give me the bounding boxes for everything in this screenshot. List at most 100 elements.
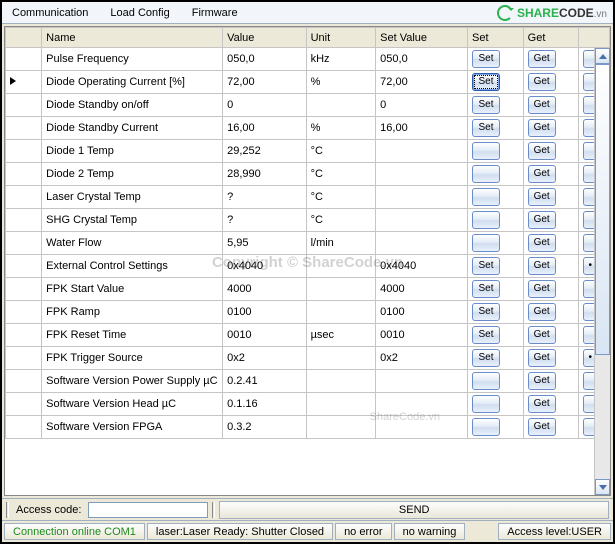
cell-value[interactable]: 0.2.41 bbox=[223, 370, 307, 393]
table-row[interactable]: Software Version FPGA0.3.2 Get bbox=[6, 416, 610, 439]
cell-setvalue[interactable] bbox=[376, 163, 468, 186]
get-button[interactable]: Get bbox=[528, 119, 556, 137]
row-header[interactable] bbox=[6, 71, 42, 94]
cell-name[interactable]: Laser Crystal Temp bbox=[42, 186, 223, 209]
row-header[interactable] bbox=[6, 255, 42, 278]
header-set[interactable]: Set bbox=[468, 28, 524, 48]
scroll-track[interactable] bbox=[595, 64, 610, 479]
set-button-empty[interactable] bbox=[472, 418, 500, 436]
set-button-empty[interactable] bbox=[472, 142, 500, 160]
cell-value[interactable]: 5,95 bbox=[223, 232, 307, 255]
cell-value[interactable]: ? bbox=[223, 209, 307, 232]
cell-setvalue[interactable]: 0010 bbox=[376, 324, 468, 347]
set-button[interactable]: Set bbox=[472, 326, 500, 344]
set-button[interactable]: Set bbox=[472, 73, 500, 91]
set-button-empty[interactable] bbox=[472, 211, 500, 229]
scroll-up-button[interactable] bbox=[595, 48, 610, 64]
cell-setvalue[interactable] bbox=[376, 140, 468, 163]
set-button[interactable]: Set bbox=[472, 280, 500, 298]
get-button[interactable]: Get bbox=[528, 349, 556, 367]
table-row[interactable]: FPK Trigger Source0x20x2SetGet• bbox=[6, 347, 610, 370]
table-row[interactable]: Diode 2 Temp28,990°C Get bbox=[6, 163, 610, 186]
row-header[interactable] bbox=[6, 94, 42, 117]
cell-name[interactable]: Software Version Head µC bbox=[42, 393, 223, 416]
row-header[interactable] bbox=[6, 140, 42, 163]
get-button[interactable]: Get bbox=[528, 96, 556, 114]
menu-communication[interactable]: Communication bbox=[8, 6, 92, 20]
row-header[interactable] bbox=[6, 278, 42, 301]
cell-value[interactable]: 28,990 bbox=[223, 163, 307, 186]
get-button[interactable]: Get bbox=[528, 142, 556, 160]
cell-value[interactable]: 4000 bbox=[223, 278, 307, 301]
header-setvalue[interactable]: Set Value bbox=[376, 28, 468, 48]
cell-value[interactable]: 0x4040 bbox=[223, 255, 307, 278]
cell-name[interactable]: Diode Standby on/off bbox=[42, 94, 223, 117]
cell-name[interactable]: Pulse Frequency bbox=[42, 48, 223, 71]
get-button[interactable]: Get bbox=[528, 50, 556, 68]
cell-value[interactable]: 0010 bbox=[223, 324, 307, 347]
set-button[interactable]: Set bbox=[472, 303, 500, 321]
row-header[interactable] bbox=[6, 117, 42, 140]
table-row[interactable]: Pulse Frequency050,0kHz050,0SetGet bbox=[6, 48, 610, 71]
cell-name[interactable]: Software Version Power Supply µC bbox=[42, 370, 223, 393]
table-row[interactable]: Water Flow5,95l/min Get bbox=[6, 232, 610, 255]
cell-name[interactable]: FPK Ramp bbox=[42, 301, 223, 324]
row-header[interactable] bbox=[6, 347, 42, 370]
cell-value[interactable]: 72,00 bbox=[223, 71, 307, 94]
table-row[interactable]: Laser Crystal Temp?°C Get bbox=[6, 186, 610, 209]
get-button[interactable]: Get bbox=[528, 234, 556, 252]
header-value[interactable]: Value bbox=[223, 28, 307, 48]
cell-setvalue[interactable]: 16,00 bbox=[376, 117, 468, 140]
cell-value[interactable]: ? bbox=[223, 186, 307, 209]
row-header[interactable] bbox=[6, 163, 42, 186]
cell-setvalue[interactable] bbox=[376, 416, 468, 439]
get-button[interactable]: Get bbox=[528, 372, 556, 390]
set-button-empty[interactable] bbox=[472, 372, 500, 390]
table-row[interactable]: FPK Reset Time0010µsec0010SetGet bbox=[6, 324, 610, 347]
row-header[interactable] bbox=[6, 209, 42, 232]
get-button[interactable]: Get bbox=[528, 303, 556, 321]
cell-setvalue[interactable]: 050,0 bbox=[376, 48, 468, 71]
table-row[interactable]: SHG Crystal Temp?°C Get bbox=[6, 209, 610, 232]
set-button[interactable]: Set bbox=[472, 96, 500, 114]
get-button[interactable]: Get bbox=[528, 211, 556, 229]
cell-name[interactable]: FPK Reset Time bbox=[42, 324, 223, 347]
get-button[interactable]: Get bbox=[528, 165, 556, 183]
menu-firmware[interactable]: Firmware bbox=[188, 6, 242, 20]
get-button[interactable]: Get bbox=[528, 280, 556, 298]
cell-value[interactable]: 0.1.16 bbox=[223, 393, 307, 416]
set-button-empty[interactable] bbox=[472, 188, 500, 206]
cell-value[interactable]: 16,00 bbox=[223, 117, 307, 140]
cell-setvalue[interactable] bbox=[376, 370, 468, 393]
get-button[interactable]: Get bbox=[528, 326, 556, 344]
set-button[interactable]: Set bbox=[472, 119, 500, 137]
cell-value[interactable]: 0.3.2 bbox=[223, 416, 307, 439]
cell-name[interactable]: Diode 1 Temp bbox=[42, 140, 223, 163]
table-row[interactable]: Software Version Head µC0.1.16 Get bbox=[6, 393, 610, 416]
table-row[interactable]: Diode Standby Current16,00%16,00SetGet bbox=[6, 117, 610, 140]
cell-name[interactable]: External Control Settings bbox=[42, 255, 223, 278]
vertical-scrollbar[interactable] bbox=[594, 48, 610, 495]
cell-name[interactable]: Diode Standby Current bbox=[42, 117, 223, 140]
table-row[interactable]: FPK Ramp01000100SetGet bbox=[6, 301, 610, 324]
get-button[interactable]: Get bbox=[528, 395, 556, 413]
get-button[interactable]: Get bbox=[528, 418, 556, 436]
row-header[interactable] bbox=[6, 48, 42, 71]
cell-name[interactable]: Diode Operating Current [%] bbox=[42, 71, 223, 94]
cell-setvalue[interactable]: 0x4040 bbox=[376, 255, 468, 278]
cell-value[interactable]: 0 bbox=[223, 94, 307, 117]
table-row[interactable]: FPK Start Value40004000SetGet bbox=[6, 278, 610, 301]
set-button[interactable]: Set bbox=[472, 257, 500, 275]
get-button[interactable]: Get bbox=[528, 73, 556, 91]
table-row[interactable]: Software Version Power Supply µC0.2.41 G… bbox=[6, 370, 610, 393]
cell-name[interactable]: SHG Crystal Temp bbox=[42, 209, 223, 232]
cell-value[interactable]: 050,0 bbox=[223, 48, 307, 71]
row-header[interactable] bbox=[6, 324, 42, 347]
set-button[interactable]: Set bbox=[472, 349, 500, 367]
row-header[interactable] bbox=[6, 370, 42, 393]
cell-setvalue[interactable]: 0100 bbox=[376, 301, 468, 324]
table-row[interactable]: Diode Operating Current [%]72,00%72,00Se… bbox=[6, 71, 610, 94]
header-unit[interactable]: Unit bbox=[306, 28, 376, 48]
header-get[interactable]: Get bbox=[523, 28, 579, 48]
cell-setvalue[interactable]: 72,00 bbox=[376, 71, 468, 94]
